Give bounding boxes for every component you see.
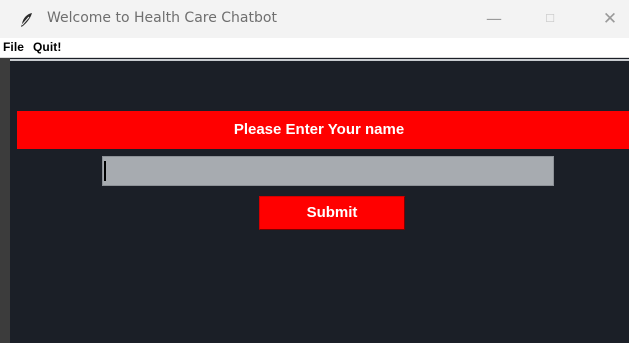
separator xyxy=(10,59,629,61)
prompt-label: Please Enter Your name xyxy=(233,121,405,138)
name-input[interactable] xyxy=(102,156,554,186)
app-window: Welcome to Health Care Chatbot — ☐ ✕ Fil… xyxy=(0,0,629,343)
menu-file[interactable]: File xyxy=(3,40,24,54)
feather-icon xyxy=(18,11,36,29)
menu-bar: File Quit! xyxy=(0,38,629,58)
close-icon[interactable]: ✕ xyxy=(598,8,622,30)
window-title: Welcome to Health Care Chatbot xyxy=(47,10,277,26)
menu-quit[interactable]: Quit! xyxy=(33,40,62,54)
submit-button[interactable]: Submit xyxy=(259,196,405,230)
prompt-banner: Please Enter Your name xyxy=(17,111,629,149)
text-cursor xyxy=(104,161,106,181)
title-bar[interactable]: Welcome to Health Care Chatbot — ☐ ✕ xyxy=(0,0,629,38)
minimize-icon[interactable]: — xyxy=(482,8,506,30)
left-edge xyxy=(0,58,10,343)
maximize-icon[interactable]: ☐ xyxy=(538,8,562,30)
